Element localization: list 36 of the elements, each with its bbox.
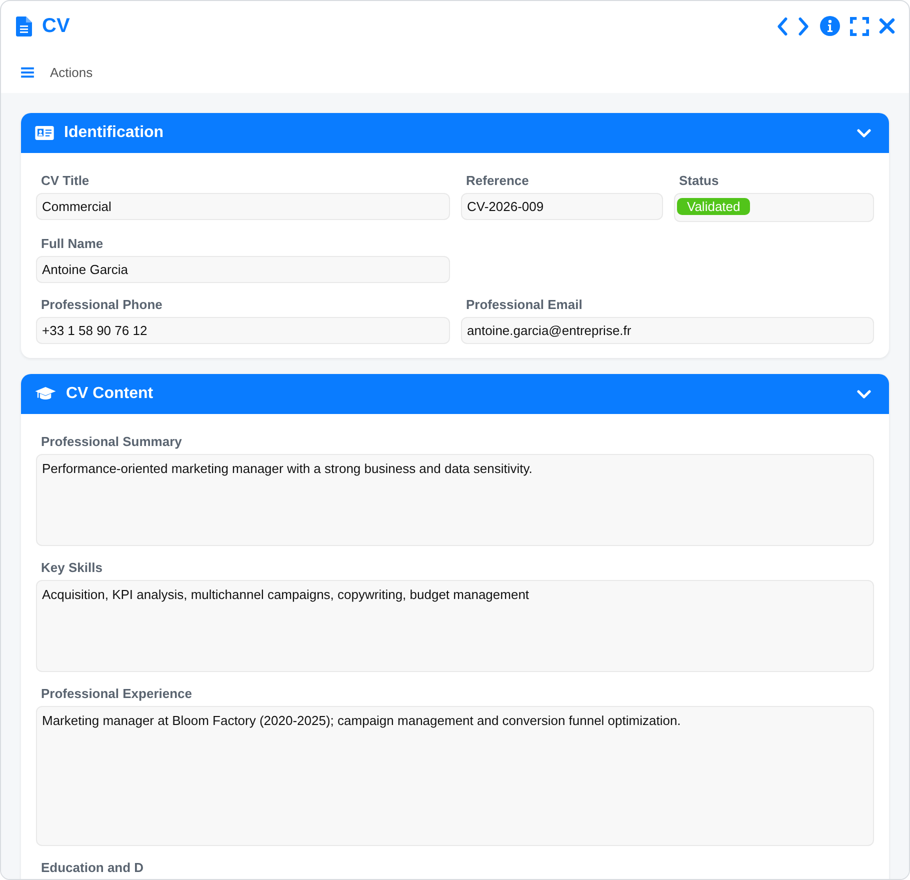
close-icon[interactable] [879,18,895,34]
menu-icon[interactable] [21,66,34,78]
actions-menu[interactable]: Actions [50,64,93,80]
field-label: Key Skills [40,560,104,575]
text-field[interactable]: Commercial [36,193,450,220]
field-label: Professional Experience [40,686,194,701]
text-field[interactable]: Antoine Garcia [36,256,450,283]
status-badge: Validated [677,198,750,215]
fullscreen-icon[interactable] [850,16,869,36]
window-title: CV [42,14,70,38]
section-title: Identification [64,124,165,142]
field-label: Professional Phone [40,297,164,312]
section-header[interactable]: Identification [21,113,889,153]
graduation-cap-icon [35,387,56,401]
field-label: Full Name [40,236,104,251]
info-icon[interactable] [820,16,840,36]
field-label: Reference [465,173,530,188]
previous-icon[interactable] [776,16,788,36]
text-field[interactable]: +33 1 58 90 76 12 [36,317,450,344]
field-label: Professional Email [465,297,584,312]
text-field[interactable]: CV-2026-009 [461,193,663,220]
text-area[interactable]: Marketing manager at Bloom Factory (2020-2025); campaign management and conversion funnel optimization. [36,706,874,846]
text-field[interactable]: antoine.garcia@entreprise.fr [461,317,874,344]
text-area[interactable]: Performance-oriented marketing manager with a strong business and data sensitivity. [36,454,874,546]
field-label: Professional Summary [40,434,183,449]
next-icon[interactable] [798,16,810,36]
document-icon [16,16,32,36]
id-card-icon [35,126,54,140]
chevron-icon[interactable] [857,390,871,398]
text-area[interactable]: Acquisition, KPI analysis, multichannel campaigns, copywriting, budget management [36,580,874,672]
field-label: Education and D [40,860,145,875]
field-label: CV Title [40,173,90,188]
section-header[interactable]: CV Content [21,374,889,414]
section-title: CV Content [66,385,154,403]
field-label: Status [678,173,720,188]
chevron-icon[interactable] [857,128,871,138]
